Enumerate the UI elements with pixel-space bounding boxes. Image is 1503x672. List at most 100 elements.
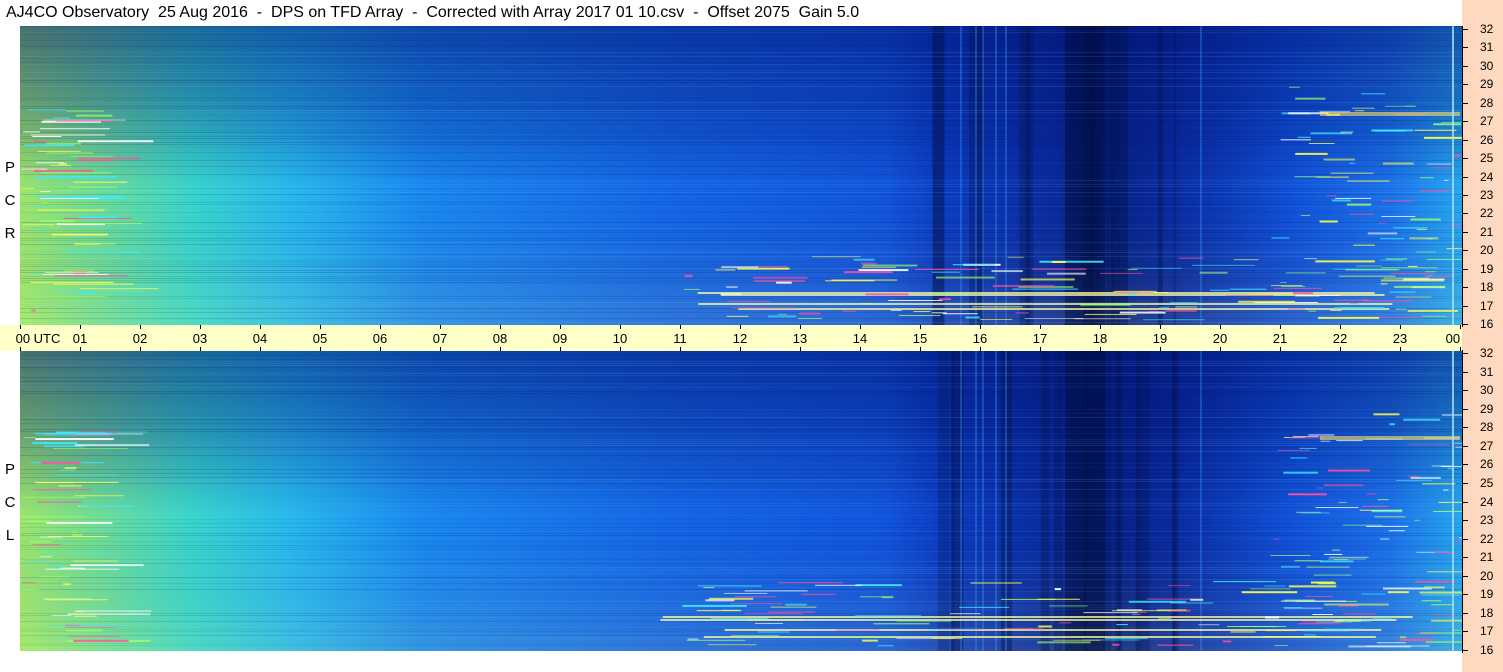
time-tick-label: 10 xyxy=(612,331,628,346)
frequency-tick xyxy=(1462,158,1468,160)
lcp-letter-2: C xyxy=(4,494,16,511)
rcp-label-strip: P C R xyxy=(0,26,20,325)
time-tick xyxy=(440,347,441,351)
time-tick-label: 14 xyxy=(852,331,868,346)
frequency-tick xyxy=(1462,594,1468,596)
frequency-tick-label: 18 xyxy=(1480,280,1494,295)
frequency-tick-label: 24 xyxy=(1480,169,1494,184)
lcp-letter-1: P xyxy=(4,461,15,478)
time-tick xyxy=(1340,325,1341,329)
time-tick-label: 21 xyxy=(1272,331,1288,346)
frequency-tick-label: 17 xyxy=(1480,624,1494,639)
time-tick xyxy=(620,325,621,329)
rcp-letter-2: C xyxy=(4,192,16,209)
frequency-tick xyxy=(1462,268,1468,270)
time-tick xyxy=(1160,325,1161,329)
time-tick xyxy=(800,325,801,329)
time-tick xyxy=(680,347,681,351)
time-tick-label: 11 xyxy=(673,331,687,346)
time-tick-label: 05 xyxy=(312,331,328,346)
frequency-tick xyxy=(1462,501,1468,503)
time-tick xyxy=(80,325,81,329)
time-tick-label: 01 xyxy=(72,331,88,346)
time-tick xyxy=(740,325,741,329)
time-tick xyxy=(560,347,561,351)
time-tick xyxy=(320,347,321,351)
frequency-tick xyxy=(1462,250,1468,252)
frequency-tick xyxy=(1462,194,1468,196)
frequency-tick xyxy=(1462,102,1468,104)
chart-title: AJ4CO Observatory 25 Aug 2016 - DPS on T… xyxy=(6,4,860,21)
frequency-tick xyxy=(1462,324,1468,325)
frequency-tick xyxy=(1462,231,1468,233)
time-tick xyxy=(320,325,321,329)
time-tick-label: 19 xyxy=(1152,331,1168,346)
frequency-tick xyxy=(1462,612,1468,614)
frequency-tick-label: 21 xyxy=(1480,224,1494,239)
frequency-tick-label: 29 xyxy=(1480,401,1494,416)
rcp-spectrogram xyxy=(20,26,1462,325)
time-tick-label: 23 xyxy=(1392,331,1408,346)
frequency-tick xyxy=(1462,557,1468,559)
time-tick xyxy=(1340,347,1341,351)
frequency-tick-label: 32 xyxy=(1480,346,1494,360)
frequency-tick-label: 30 xyxy=(1480,58,1494,73)
time-tick-label: 03 xyxy=(192,331,208,346)
time-tick xyxy=(920,347,921,351)
time-tick-label: 18 xyxy=(1092,331,1108,346)
time-tick xyxy=(1100,325,1101,329)
frequency-axis: 32 31 30 29 28 27 26 25 24 23 22 21 20 19 18 17 16 32 31 30… xyxy=(1462,0,1503,672)
time-tick xyxy=(1220,325,1221,329)
time-tick xyxy=(800,347,801,351)
lcp-spectrogram xyxy=(20,351,1462,651)
frequency-tick-label: 31 xyxy=(1480,40,1494,55)
frequency-tick-label: 29 xyxy=(1480,77,1494,92)
time-axis: 00 UTC 01 02 03 04 05 06 07 08 09 10 11 12 13 14 15 16 17… xyxy=(0,325,1490,351)
time-tick xyxy=(980,347,981,351)
frequency-tick xyxy=(1462,353,1468,354)
frequency-tick-label: 23 xyxy=(1480,187,1494,202)
frequency-tick-label: 27 xyxy=(1480,438,1494,453)
frequency-tick xyxy=(1462,631,1468,633)
time-tick xyxy=(1400,347,1401,351)
time-tick-label: 07 xyxy=(432,331,448,346)
frequency-tick xyxy=(1462,408,1468,410)
time-tick xyxy=(1280,347,1281,351)
frequency-tick xyxy=(1462,390,1468,392)
time-tick-label: 22 xyxy=(1332,331,1348,346)
time-tick xyxy=(860,347,861,351)
frequency-tick xyxy=(1462,305,1468,307)
time-tick-label: 13 xyxy=(792,331,808,346)
rcp-letter-1: P xyxy=(4,159,15,176)
frequency-tick-label: 20 xyxy=(1480,243,1494,258)
time-tick xyxy=(140,347,141,351)
time-tick xyxy=(1460,347,1461,351)
frequency-tick-label: 19 xyxy=(1480,587,1494,602)
time-tick xyxy=(200,325,201,329)
time-tick-label: 09 xyxy=(552,331,568,346)
time-tick-label: 00 UTC xyxy=(15,331,61,346)
frequency-tick xyxy=(1462,121,1468,123)
time-tick xyxy=(200,347,201,351)
frequency-tick xyxy=(1462,139,1468,141)
time-tick-label: 15 xyxy=(912,331,928,346)
time-tick-label: 17 xyxy=(1032,331,1048,346)
time-tick xyxy=(1280,325,1281,329)
frequency-tick-label: 22 xyxy=(1480,206,1494,221)
frequency-tick-label: 17 xyxy=(1480,298,1494,313)
time-tick xyxy=(1160,347,1161,351)
time-tick xyxy=(1220,347,1221,351)
rcp-spectrogram-image xyxy=(20,26,1462,325)
frequency-tick xyxy=(1462,47,1468,49)
time-tick xyxy=(440,325,441,329)
frequency-tick-label: 21 xyxy=(1480,550,1494,565)
time-tick-label: 06 xyxy=(372,331,388,346)
rcp-letter-3: R xyxy=(4,225,16,242)
time-tick xyxy=(140,325,141,329)
frequency-tick xyxy=(1462,427,1468,429)
time-tick-label: 08 xyxy=(492,331,508,346)
time-tick xyxy=(1040,325,1041,329)
frequency-tick-label: 19 xyxy=(1480,261,1494,276)
time-tick xyxy=(20,325,21,329)
time-tick-label: 16 xyxy=(972,331,988,346)
